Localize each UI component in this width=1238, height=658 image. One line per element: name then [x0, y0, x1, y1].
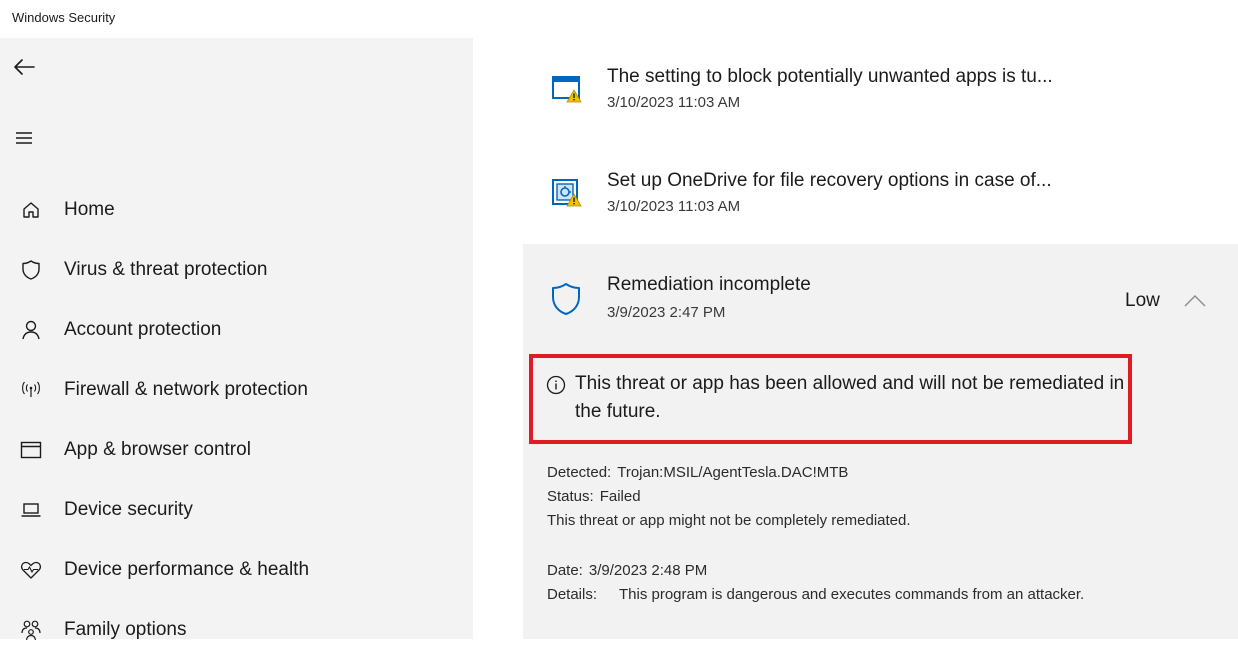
chevron-up-icon[interactable] — [1183, 292, 1207, 310]
sidebar-item-label: Account protection — [64, 319, 222, 340]
detected-value: Trojan:MSIL/AgentTesla.DAC!MTB — [617, 464, 849, 481]
sidebar-item-device-security[interactable]: Device security — [0, 482, 473, 538]
sidebar-item-label: Device performance & health — [64, 559, 310, 580]
expanded-entry-header[interactable]: Remediation incomplete 3/9/2023 2:47 PM … — [523, 244, 1238, 344]
browser-window-icon — [20, 439, 42, 461]
history-entry[interactable]: Set up OneDrive for file recovery option… — [523, 170, 1238, 230]
history-entry-title: The setting to block potentially unwante… — [607, 66, 1053, 87]
sidebar-item-label: Firewall & network protection — [64, 379, 308, 400]
history-entry-date: 3/10/2023 11:03 AM — [607, 94, 741, 111]
severity-label: Low — [1125, 290, 1160, 311]
sidebar-item-account-protection[interactable]: Account protection — [0, 302, 473, 358]
history-entry-title: Set up OneDrive for file recovery option… — [607, 170, 1052, 191]
details-row: Details: — [547, 586, 597, 603]
info-icon — [546, 375, 566, 395]
hamburger-menu-icon — [16, 132, 32, 144]
shield-outline-icon — [552, 283, 580, 315]
antenna-icon — [20, 379, 42, 401]
detected-label: Detected: — [547, 464, 612, 481]
person-icon — [20, 319, 42, 341]
date-label: Date: — [547, 562, 583, 579]
sidebar-item-family-options[interactable]: Family options — [0, 602, 473, 658]
app-window-warning-icon — [552, 76, 582, 103]
protection-history: The setting to block potentially unwante… — [473, 38, 1238, 639]
window-title: Windows Security — [12, 10, 116, 25]
sidebar-item-label: Home — [64, 199, 115, 220]
home-icon — [20, 199, 42, 221]
history-entry[interactable]: The setting to block potentially unwante… — [523, 66, 1238, 126]
sidebar: Home Virus & threat protection Account p… — [0, 38, 473, 641]
status-value: Failed — [599, 488, 641, 505]
shield-icon — [20, 259, 42, 281]
history-entry-date: 3/10/2023 11:03 AM — [607, 198, 741, 215]
detected-row: Detected: Trojan:MSIL/AgentTesla.DAC!MTB — [547, 464, 848, 481]
sidebar-item-device-performance-health[interactable]: Device performance & health — [0, 542, 473, 598]
remediation-note: This threat or app might not be complete… — [547, 512, 911, 529]
expanded-history-entry: Remediation incomplete 3/9/2023 2:47 PM … — [523, 244, 1238, 639]
laptop-icon — [20, 499, 42, 521]
sidebar-item-app-browser-control[interactable]: App & browser control — [0, 422, 473, 478]
sidebar-item-firewall-network-protection[interactable]: Firewall & network protection — [0, 362, 473, 418]
heart-pulse-icon — [20, 559, 42, 581]
back-arrow-icon — [14, 59, 35, 75]
title-bar: Windows Security — [0, 0, 1238, 38]
menu-button[interactable] — [8, 123, 40, 153]
allowed-threat-notice: This threat or app has been allowed and … — [529, 354, 1132, 444]
status-row: Status: Failed — [547, 488, 641, 505]
sidebar-item-label: Family options — [64, 619, 187, 640]
sidebar-item-virus-threat-protection[interactable]: Virus & threat protection — [0, 242, 473, 298]
details-value: This program is dangerous and executes c… — [619, 586, 1085, 603]
notice-text: This threat or app has been allowed and … — [575, 373, 1125, 422]
date-value: 3/9/2023 2:48 PM — [588, 562, 708, 579]
details-label: Details: — [547, 586, 598, 603]
sidebar-item-label: Device security — [64, 499, 193, 520]
file-recovery-warning-icon — [552, 179, 582, 207]
sidebar-item-home[interactable]: Home — [0, 182, 473, 238]
status-label: Status: — [547, 488, 594, 505]
sidebar-item-label: Virus & threat protection — [64, 259, 268, 280]
expanded-entry-title: Remediation incomplete — [607, 274, 811, 295]
family-icon — [20, 619, 42, 641]
date-row: Date: 3/9/2023 2:48 PM — [547, 562, 707, 579]
expanded-entry-date: 3/9/2023 2:47 PM — [607, 304, 726, 321]
sidebar-item-label: App & browser control — [64, 439, 251, 460]
back-button[interactable] — [8, 52, 40, 82]
